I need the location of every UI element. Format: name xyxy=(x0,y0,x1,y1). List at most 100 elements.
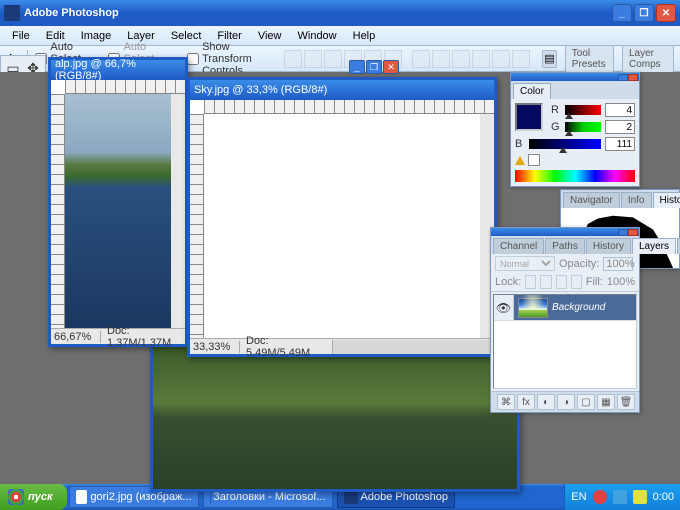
tab-info[interactable]: Info xyxy=(621,192,652,208)
menu-bar: File Edit Image Layer Select Filter View… xyxy=(0,26,680,46)
layer-item-background[interactable]: 👁 Background xyxy=(494,295,636,321)
palette-toggle-button[interactable]: ▤ xyxy=(542,50,557,68)
blend-mode-select[interactable]: Normal xyxy=(495,256,555,271)
adjustment-layer-button[interactable]: ◑ xyxy=(557,394,575,410)
lock-pixels-icon[interactable] xyxy=(540,275,551,289)
doc-sky-status: 33,33% Doc: 5,49M/5,49M xyxy=(190,338,494,354)
distribute-right-icon[interactable] xyxy=(512,50,530,68)
gamut-warning-icon[interactable] xyxy=(515,156,525,165)
distribute-bottom-icon[interactable] xyxy=(452,50,470,68)
tab-layers[interactable]: Layers xyxy=(632,238,676,254)
doc-alp-status: 66,67% Doc: 1,37M/1,37M xyxy=(51,328,185,344)
align-bottom-icon[interactable] xyxy=(324,50,342,68)
zoom-field[interactable]: 66,67% xyxy=(51,331,101,343)
scrollbar-horizontal[interactable] xyxy=(332,340,494,354)
doc-info[interactable]: Doc: 1,37M/1,37M xyxy=(101,325,185,349)
tab-channels[interactable]: Channel xyxy=(493,238,544,254)
system-tray: EN 0:00 xyxy=(564,484,680,510)
document-gori2[interactable] xyxy=(150,342,520,492)
r-input[interactable] xyxy=(605,103,635,117)
document-sky[interactable]: Sky.jpg @ 33,3% (RGB/8#) _ ❐ ✕ 33,33% Do… xyxy=(187,77,497,357)
fill-field[interactable]: 100% xyxy=(607,276,635,288)
g-label: G xyxy=(551,121,561,133)
ruler-horizontal[interactable] xyxy=(204,100,494,114)
doc-close-button[interactable]: ✕ xyxy=(383,60,399,74)
gamut-swatch[interactable] xyxy=(528,154,540,166)
doc-sky-titlebar[interactable]: Sky.jpg @ 33,3% (RGB/8#) _ ❐ ✕ xyxy=(190,80,494,100)
ruler-vertical[interactable] xyxy=(190,114,204,338)
distribute-hcenter-icon[interactable] xyxy=(492,50,510,68)
b-input[interactable] xyxy=(605,137,635,151)
document-alp[interactable]: alp.jpg @ 66,7% (RGB/8#) 66,67% Doc: 1,3… xyxy=(48,57,188,347)
g-input[interactable] xyxy=(605,120,635,134)
panel-minimize-button[interactable] xyxy=(618,229,628,236)
layer-mask-button[interactable]: ◐ xyxy=(537,394,555,410)
menu-help[interactable]: Help xyxy=(345,28,384,44)
color-panel: Color R G B xyxy=(510,72,640,187)
color-preview-swatch[interactable] xyxy=(515,103,543,131)
r-label: R xyxy=(551,104,561,116)
distribute-top-icon[interactable] xyxy=(412,50,430,68)
doc-maximize-button[interactable]: ❐ xyxy=(366,60,382,74)
panel-close-button[interactable] xyxy=(628,229,638,236)
tray-icon-2[interactable] xyxy=(613,490,627,504)
delete-layer-button[interactable]: 🗑 xyxy=(617,394,635,410)
lock-all-icon[interactable] xyxy=(571,275,582,289)
app-titlebar: Adobe Photoshop _ ❐ ✕ xyxy=(0,0,680,26)
tab-color[interactable]: Color xyxy=(513,83,551,99)
panel-close-button[interactable] xyxy=(628,74,638,81)
doc-alp-titlebar[interactable]: alp.jpg @ 66,7% (RGB/8#) xyxy=(51,60,185,80)
language-indicator[interactable]: EN xyxy=(571,491,586,503)
clock[interactable]: 0:00 xyxy=(653,491,674,503)
layer-comps-tab[interactable]: Layer Comps xyxy=(622,45,674,73)
distribute-left-icon[interactable] xyxy=(472,50,490,68)
doc-info[interactable]: Doc: 5,49M/5,49M xyxy=(240,335,332,359)
canvas-alp[interactable] xyxy=(65,94,171,328)
doc-sky-title: Sky.jpg @ 33,3% (RGB/8#) xyxy=(194,84,490,96)
lock-position-icon[interactable] xyxy=(556,275,567,289)
layer-name[interactable]: Background xyxy=(552,302,605,313)
layers-panel: Channel Paths History Layers ctions Norm… xyxy=(490,227,640,413)
ruler-horizontal[interactable] xyxy=(65,80,185,94)
tray-icon-1[interactable] xyxy=(593,490,607,504)
opacity-field[interactable]: 100% xyxy=(603,257,633,271)
word-icon xyxy=(210,490,211,504)
menu-file[interactable]: File xyxy=(4,28,38,44)
close-button[interactable]: ✕ xyxy=(656,4,676,22)
lock-transparency-icon[interactable] xyxy=(525,275,536,289)
align-vcenter-icon[interactable] xyxy=(304,50,322,68)
workspace: alp.jpg @ 66,7% (RGB/8#) 66,67% Doc: 1,3… xyxy=(0,72,680,484)
maximize-button[interactable]: ❐ xyxy=(634,4,654,22)
spectrum-ramp[interactable] xyxy=(515,170,635,182)
canvas-gori2[interactable] xyxy=(153,345,517,489)
layer-style-button[interactable]: fx xyxy=(517,394,535,410)
tab-navigator[interactable]: Navigator xyxy=(563,192,620,208)
align-top-icon[interactable] xyxy=(284,50,302,68)
tab-histogram[interactable]: Histogram xyxy=(653,192,680,208)
image-file-icon xyxy=(76,490,88,504)
distribute-vcenter-icon[interactable] xyxy=(432,50,450,68)
visibility-toggle-icon[interactable]: 👁 xyxy=(494,295,514,320)
ruler-vertical[interactable] xyxy=(51,94,65,328)
new-layer-button[interactable]: ▦ xyxy=(597,394,615,410)
tool-presets-tab[interactable]: Tool Presets xyxy=(565,45,614,73)
zoom-field[interactable]: 33,33% xyxy=(190,341,240,353)
g-slider[interactable] xyxy=(565,122,601,132)
tab-paths[interactable]: Paths xyxy=(545,238,585,254)
panel-minimize-button[interactable] xyxy=(618,74,628,81)
layer-thumbnail[interactable] xyxy=(518,298,548,318)
tab-history[interactable]: History xyxy=(586,238,631,254)
layer-list[interactable]: 👁 Background xyxy=(493,294,637,389)
minimize-button[interactable]: _ xyxy=(612,4,632,22)
b-slider[interactable] xyxy=(529,139,601,149)
menu-window[interactable]: Window xyxy=(290,28,345,44)
fill-label: Fill: xyxy=(586,276,603,288)
scrollbar-vertical[interactable] xyxy=(171,94,185,328)
new-group-button[interactable]: ▢ xyxy=(577,394,595,410)
doc-minimize-button[interactable]: _ xyxy=(349,60,365,74)
volume-icon[interactable] xyxy=(633,490,647,504)
link-layers-button[interactable]: ⌘ xyxy=(497,394,515,410)
start-button[interactable]: пуск xyxy=(0,484,67,510)
doc-alp-title: alp.jpg @ 66,7% (RGB/8#) xyxy=(55,58,181,82)
r-slider[interactable] xyxy=(565,105,601,115)
